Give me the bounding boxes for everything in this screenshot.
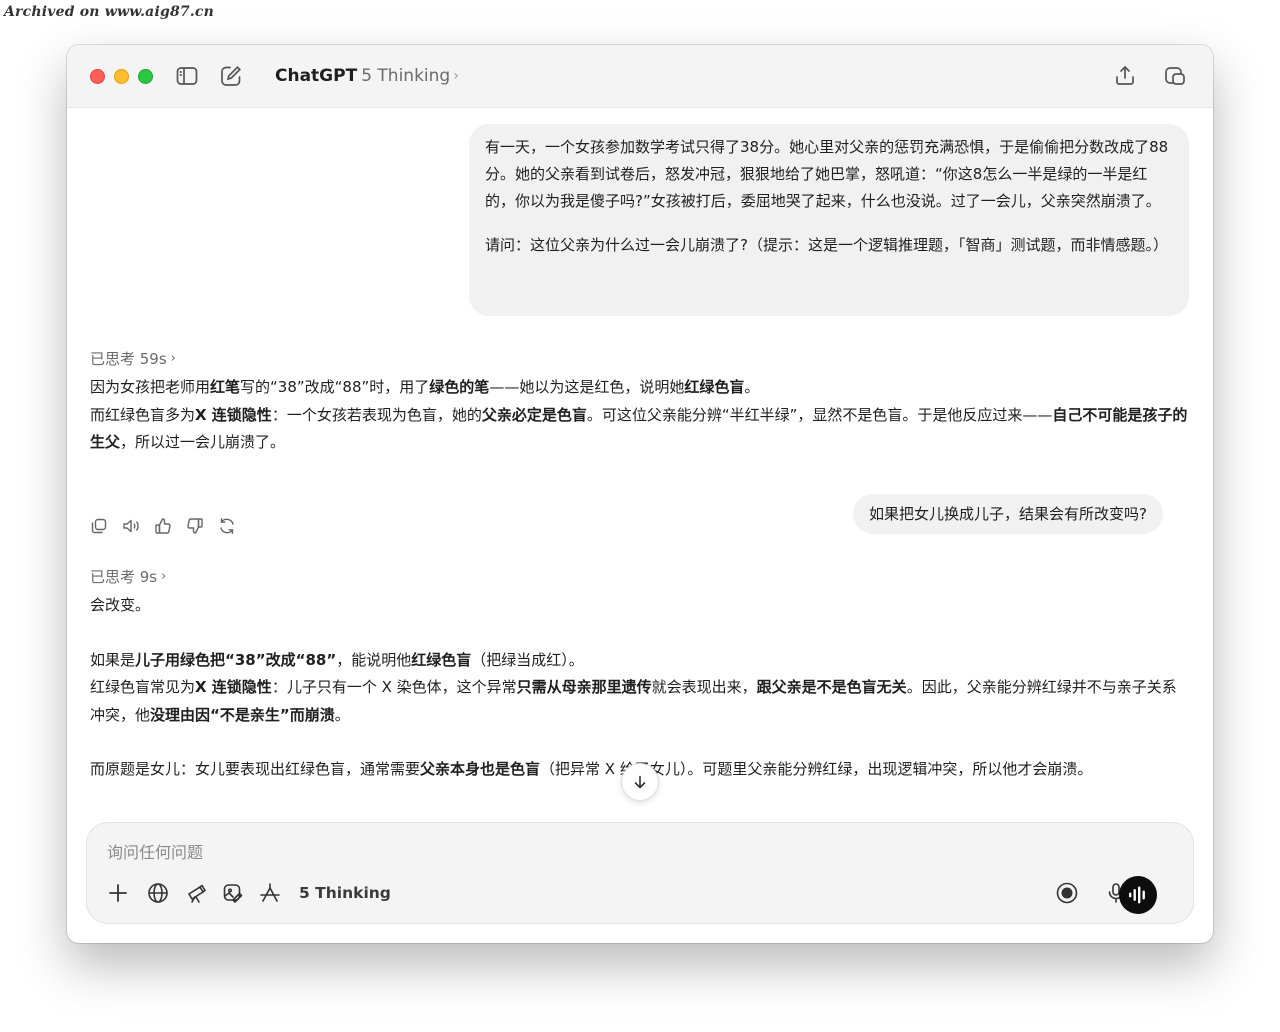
app-name: ChatGPT (275, 66, 358, 86)
composer: 询问任何问题 5 Thinking (86, 822, 1194, 924)
title-bar: ChatGPT 5 Thinking › (67, 45, 1213, 108)
text-bold: 红笔 (210, 378, 241, 396)
arrow-down-icon (634, 775, 646, 789)
agent-icon[interactable] (258, 881, 282, 905)
copy-icon[interactable] (89, 516, 109, 536)
conversation: 有一天，一个女孩参加数学考试只得了38分。她心里对父亲的惩罚充满恐惧，于是偷偷把… (67, 108, 1213, 813)
message-actions (89, 516, 237, 536)
chevron-right-icon: › (161, 569, 167, 584)
answer-line: 红绿色盲常见为X 连锁隐性：儿子只有一个 X 染色体，这个异常只需从母亲那里遗传… (90, 674, 1190, 729)
speaker-icon[interactable] (121, 516, 141, 536)
image-edit-icon[interactable] (221, 881, 245, 905)
thought-toggle[interactable]: 已思考 59s › (90, 348, 176, 369)
chevron-right-icon: › (453, 68, 459, 84)
thumbs-down-icon[interactable] (185, 516, 205, 536)
close-window-button[interactable] (90, 69, 105, 84)
thought-duration: 已思考 59s (90, 350, 167, 368)
user-message-text: 请问：这位父亲为什么过一会儿崩溃了?（提示：这是一个逻辑推理题，「智商」测试题，… (485, 236, 1168, 254)
minimize-window-button[interactable] (114, 69, 129, 84)
text-bold: 红绿色盲 (684, 378, 745, 396)
telescope-icon[interactable] (185, 881, 209, 905)
answer-line: 如果是儿子用绿色把“38”改成“88”，能说明他红绿色盲（把绿当成红）。 (90, 647, 1190, 675)
zoom-window-button[interactable] (138, 69, 153, 84)
share-icon[interactable] (1112, 63, 1138, 89)
text-bold: X 连锁隐性 (195, 678, 272, 696)
text: 而红绿色盲多为 (90, 405, 196, 424)
thought-toggle[interactable]: 已思考 9s › (90, 566, 166, 587)
assistant-message: 会改变。 如果是儿子用绿色把“38”改成“88”，能说明他红绿色盲（把绿当成红）… (90, 592, 1190, 784)
text-bold: X 连锁隐性 (195, 405, 272, 424)
user-message: 有一天，一个女孩参加数学考试只得了38分。她心里对父亲的惩罚充满恐惧，于是偷偷把… (469, 124, 1189, 316)
model-name: 5 Thinking (361, 66, 451, 86)
text: ，能说明他 (336, 650, 412, 669)
text: 就会表现出来， (651, 678, 757, 696)
text-bold: 没理由因“不是亲生”而崩溃 (150, 705, 335, 724)
text-bold: 儿子用绿色把“38”改成“88” (135, 650, 337, 669)
text-bold: 跟父亲是不是色盲无关 (756, 678, 907, 696)
thumbs-up-icon[interactable] (153, 516, 173, 536)
user-message-text: 有一天，一个女孩参加数学考试只得了38分。她心里对父亲的惩罚充满恐惧，于是偷偷把… (485, 138, 1169, 210)
text: 。可这位父亲能分辨“半红半绿”，显然不是色盲。于是他反应过来—— (586, 405, 1053, 424)
text: ——她以为这是红色，说明她 (489, 378, 685, 396)
sidebar-icon[interactable] (174, 63, 200, 89)
window-icon[interactable] (1162, 63, 1188, 89)
globe-icon[interactable] (146, 881, 170, 905)
refresh-icon[interactable] (217, 516, 237, 536)
text: ：一个女孩若表现为色盲，她的 (271, 405, 482, 424)
text: 写的“38”改成“88”时，用了 (240, 378, 430, 396)
answer-line: 而红绿色盲多为X 连锁隐性：一个女孩若表现为色盲，她的父亲必定是色盲。可这位父亲… (90, 402, 1190, 457)
text: ，所以过一会儿崩溃了。 (120, 433, 286, 451)
model-selector[interactable]: ChatGPT 5 Thinking › (275, 65, 459, 87)
text-bold: 绿色的笔 (429, 378, 490, 396)
answer-line: 会改变。 (90, 596, 151, 614)
scroll-to-bottom-button[interactable] (621, 763, 659, 801)
prompt-input[interactable]: 询问任何问题 (107, 839, 203, 863)
thinking-mode-button[interactable]: 5 Thinking (299, 884, 391, 902)
text: 。 (334, 705, 350, 724)
text-bold: 只需从母亲那里遗传 (516, 678, 652, 696)
compose-icon[interactable] (218, 63, 244, 89)
text-bold: 父亲必定是色盲 (481, 405, 587, 424)
watermark: Archived on www.aig87.cn (4, 4, 215, 20)
text: ：儿子只有一个 X 染色体，这个异常 (271, 678, 517, 696)
text: 。 (744, 378, 760, 396)
plus-icon[interactable] (106, 881, 130, 905)
text: 因为女孩把老师用 (90, 378, 211, 396)
answer-line: 因为女孩把老师用红笔写的“38”改成“88”时，用了绿色的笔——她以为这是红色，… (90, 374, 1190, 402)
text-bold: 红绿色盲 (411, 650, 472, 669)
text: 如果是 (90, 650, 136, 669)
app-window: ChatGPT 5 Thinking › 有一天，一个女孩参加数学考试只得了38… (67, 45, 1213, 943)
text: 红绿色盲常见为 (90, 678, 196, 696)
user-message-text: 如果把女儿换成儿子，结果会有所改变吗? (869, 504, 1147, 523)
text-bold: 父亲本身也是色盲 (420, 760, 541, 778)
assistant-message: 因为女孩把老师用红笔写的“38”改成“88”时，用了绿色的笔——她以为这是红色，… (90, 374, 1190, 457)
voice-mode-button[interactable] (1119, 876, 1157, 914)
text: 而原题是女儿：女儿要表现出红绿色盲，通常需要 (90, 760, 421, 778)
chevron-right-icon: › (170, 351, 176, 366)
user-message: 如果把女儿换成儿子，结果会有所改变吗? (853, 494, 1163, 534)
voice-mode-icon (1129, 886, 1145, 904)
thought-duration: 已思考 9s (90, 568, 158, 586)
text: （把绿当成红）。 (471, 650, 584, 669)
record-icon[interactable] (1055, 881, 1079, 905)
